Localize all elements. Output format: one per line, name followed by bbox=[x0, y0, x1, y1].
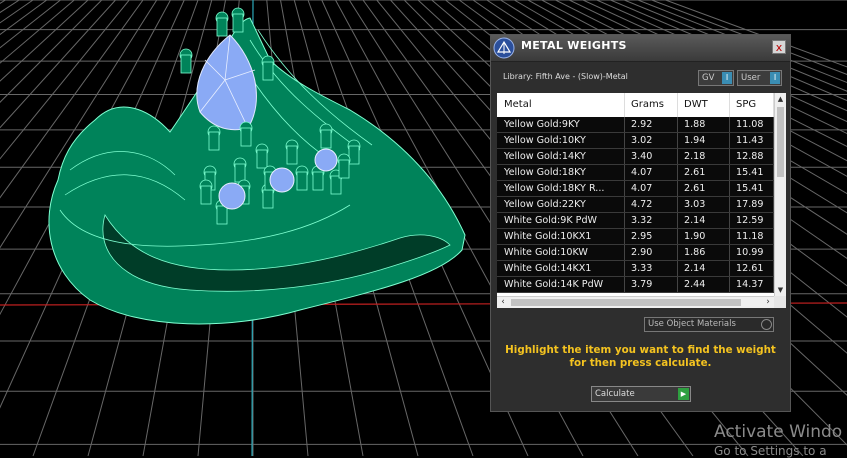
round-stone-1 bbox=[219, 183, 245, 209]
metal-cell: White Gold:14KX1 bbox=[497, 261, 625, 276]
table-row[interactable]: Yellow Gold:9KY2.921.8811.08 bbox=[497, 117, 774, 133]
gv-toggle[interactable]: GV I bbox=[698, 70, 734, 86]
metal-cell: Yellow Gold:10KY bbox=[497, 133, 625, 148]
table-row[interactable]: White Gold:14KX13.332.1412.61 bbox=[497, 261, 774, 277]
dwt-cell: 1.88 bbox=[678, 117, 730, 132]
spg-cell: 11.08 bbox=[730, 117, 774, 132]
metal-cell: White Gold:14K PdW bbox=[497, 277, 625, 292]
dwt-cell: 2.14 bbox=[678, 213, 730, 228]
panel-titlebar[interactable]: METAL WEIGHTS x bbox=[491, 35, 790, 62]
table-row[interactable]: Yellow Gold:18KY R...4.072.6115.41 bbox=[497, 181, 774, 197]
table-row[interactable]: Yellow Gold:14KY3.402.1812.88 bbox=[497, 149, 774, 165]
calculate-label: Calculate bbox=[595, 389, 635, 399]
metal-table: Metal Grams DWT SPG Yellow Gold:9KY2.921… bbox=[497, 93, 786, 308]
grams-cell: 3.33 bbox=[625, 261, 678, 276]
scrollbar-corner bbox=[774, 296, 786, 308]
play-icon: ▶ bbox=[678, 388, 689, 400]
table-row[interactable]: Yellow Gold:10KY3.021.9411.43 bbox=[497, 133, 774, 149]
table-row[interactable]: Yellow Gold:18KY4.072.6115.41 bbox=[497, 165, 774, 181]
use-object-materials-dropdown[interactable]: Use Object Materials bbox=[644, 317, 774, 332]
metal-cell: Yellow Gold:18KY R... bbox=[497, 181, 625, 196]
instructions-line-2: for then press calculate. bbox=[503, 357, 778, 370]
grams-cell: 2.95 bbox=[625, 229, 678, 244]
spg-cell: 11.18 bbox=[730, 229, 774, 244]
grams-cell: 4.07 bbox=[625, 165, 678, 180]
table-row[interactable]: White Gold:14K PdW3.792.4414.37 bbox=[497, 277, 774, 293]
dwt-cell: 3.03 bbox=[678, 197, 730, 212]
gv-toggle-icon: I bbox=[722, 72, 732, 84]
user-toggle-icon: I bbox=[770, 72, 780, 84]
horizontal-scrollbar[interactable]: ‹ › bbox=[497, 296, 774, 308]
table-row[interactable]: White Gold:10KX12.951.9011.18 bbox=[497, 229, 774, 245]
metal-cell: Yellow Gold:22KY bbox=[497, 197, 625, 212]
grams-cell: 3.40 bbox=[625, 149, 678, 164]
column-header-grams[interactable]: Grams bbox=[625, 93, 678, 117]
dwt-cell: 1.86 bbox=[678, 245, 730, 260]
dwt-cell: 2.61 bbox=[678, 181, 730, 196]
instructions-line-1: Highlight the item you want to find the … bbox=[503, 344, 778, 357]
scroll-right-icon[interactable]: › bbox=[762, 297, 774, 308]
radio-icon bbox=[761, 319, 772, 330]
metal-cell: Yellow Gold:18KY bbox=[497, 165, 625, 180]
grams-cell: 3.79 bbox=[625, 277, 678, 292]
use-object-materials-label: Use Object Materials bbox=[648, 319, 736, 329]
scale-icon bbox=[493, 37, 515, 59]
column-header-metal[interactable]: Metal bbox=[497, 93, 625, 117]
user-label: User bbox=[741, 73, 760, 83]
spg-cell: 11.43 bbox=[730, 133, 774, 148]
spg-cell: 10.99 bbox=[730, 245, 774, 260]
table-row[interactable]: White Gold:10KW2.901.8610.99 bbox=[497, 245, 774, 261]
grams-cell: 3.02 bbox=[625, 133, 678, 148]
spg-cell: 12.61 bbox=[730, 261, 774, 276]
grams-cell: 2.92 bbox=[625, 117, 678, 132]
metal-weights-panel: METAL WEIGHTS x Library: Fifth Ave - (Sl… bbox=[490, 34, 791, 412]
table-row[interactable]: White Gold:9K PdW3.322.1412.59 bbox=[497, 213, 774, 229]
scroll-left-icon[interactable]: ‹ bbox=[497, 297, 509, 308]
close-button[interactable]: x bbox=[772, 40, 786, 54]
calculate-button[interactable]: Calculate ▶ bbox=[591, 386, 691, 402]
dwt-cell: 2.61 bbox=[678, 165, 730, 180]
spg-cell: 15.41 bbox=[730, 181, 774, 196]
grams-cell: 2.90 bbox=[625, 245, 678, 260]
activate-windows-watermark: Activate Windo bbox=[714, 422, 842, 442]
dwt-cell: 1.90 bbox=[678, 229, 730, 244]
spg-cell: 12.59 bbox=[730, 213, 774, 228]
spg-cell: 12.88 bbox=[730, 149, 774, 164]
gv-label: GV bbox=[702, 73, 714, 83]
spg-cell: 17.89 bbox=[730, 197, 774, 212]
dwt-cell: 2.44 bbox=[678, 277, 730, 292]
dwt-cell: 2.18 bbox=[678, 149, 730, 164]
grams-cell: 4.72 bbox=[625, 197, 678, 212]
table-body: Yellow Gold:9KY2.921.8811.08 Yellow Gold… bbox=[497, 117, 774, 293]
user-toggle[interactable]: User I bbox=[737, 70, 782, 86]
close-icon: x bbox=[776, 41, 783, 54]
vertical-scrollbar[interactable]: ▲ ▼ bbox=[774, 93, 786, 296]
round-stone-2 bbox=[270, 168, 294, 192]
column-header-spg[interactable]: SPG bbox=[730, 93, 774, 117]
scroll-up-icon[interactable]: ▲ bbox=[775, 93, 786, 105]
horizontal-scroll-thumb[interactable] bbox=[511, 299, 741, 306]
metal-cell: Yellow Gold:9KY bbox=[497, 117, 625, 132]
dwt-cell: 2.14 bbox=[678, 261, 730, 276]
column-header-dwt[interactable]: DWT bbox=[678, 93, 730, 117]
metal-cell: White Gold:9K PdW bbox=[497, 213, 625, 228]
panel-title: METAL WEIGHTS bbox=[521, 39, 627, 52]
instructions-text: Highlight the item you want to find the … bbox=[503, 344, 778, 370]
grams-cell: 3.32 bbox=[625, 213, 678, 228]
library-label: Library: Fifth Ave - (Slow)-Metal bbox=[503, 72, 628, 81]
round-stone-3 bbox=[315, 149, 337, 171]
spg-cell: 14.37 bbox=[730, 277, 774, 292]
table-header: Metal Grams DWT SPG bbox=[497, 93, 774, 118]
vertical-scroll-thumb[interactable] bbox=[777, 107, 784, 177]
scroll-down-icon[interactable]: ▼ bbox=[775, 284, 786, 296]
metal-cell: White Gold:10KX1 bbox=[497, 229, 625, 244]
table-row[interactable]: Yellow Gold:22KY4.723.0317.89 bbox=[497, 197, 774, 213]
dwt-cell: 1.94 bbox=[678, 133, 730, 148]
metal-cell: Yellow Gold:14KY bbox=[497, 149, 625, 164]
grams-cell: 4.07 bbox=[625, 181, 678, 196]
metal-cell: White Gold:10KW bbox=[497, 245, 625, 260]
spg-cell: 15.41 bbox=[730, 165, 774, 180]
